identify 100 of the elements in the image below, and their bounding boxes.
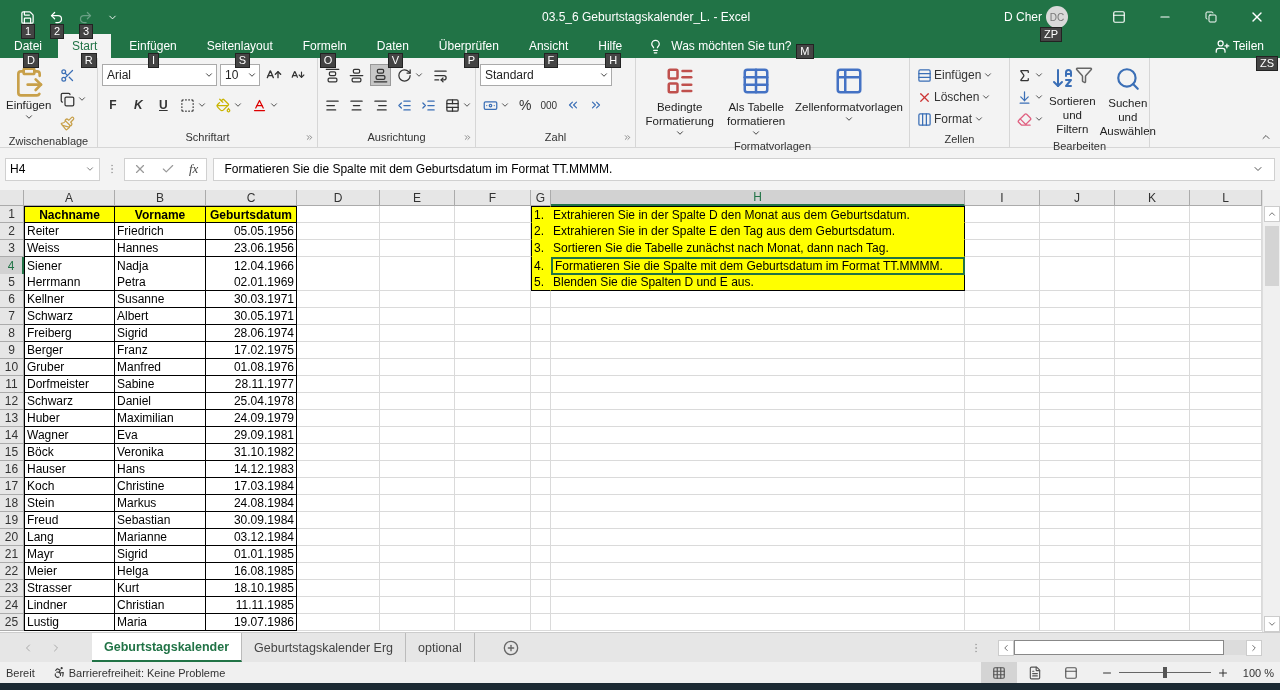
group-label: Schriftart (98, 127, 317, 147)
table-cell (531, 308, 551, 325)
share-button[interactable]: Teilen (1208, 34, 1270, 58)
table-cell: Nadja (115, 257, 206, 275)
keytip: M (796, 44, 814, 59)
row-number[interactable]: 24 (0, 597, 24, 614)
row-number[interactable]: 13 (0, 410, 24, 427)
number-format-select[interactable]: Standard (480, 64, 612, 86)
caret-icon (462, 100, 472, 110)
format-cells-icon (917, 111, 932, 127)
accessibility-status[interactable]: Barrierefreiheit: Keine Probleme (68, 666, 226, 679)
row-number[interactable]: 20 (0, 529, 24, 546)
tell-me-field[interactable]: Was möchten Sie tun? (671, 39, 792, 53)
row-number[interactable]: 11 (0, 376, 24, 393)
font-style-button[interactable]: U (152, 94, 174, 116)
view-button[interactable] (980, 662, 1017, 683)
font-style-button[interactable]: F (102, 94, 124, 116)
row-number[interactable]: 22 (0, 563, 24, 580)
row-number[interactable]: 17 (0, 478, 24, 495)
row-number[interactable]: 14 (0, 427, 24, 444)
scroll-thumb[interactable] (1264, 226, 1279, 286)
sheet-tab[interactable]: Geburtstagskalender (92, 633, 243, 662)
font-style-button[interactable]: K (127, 94, 149, 116)
column-header[interactable]: C (206, 190, 297, 206)
table-cell (531, 427, 551, 444)
thousands-button[interactable]: 000 (537, 94, 561, 116)
row-number[interactable]: 25 (0, 614, 24, 631)
vertical-align-button[interactable] (370, 64, 391, 86)
row-number[interactable]: 9 (0, 342, 24, 359)
list-number: 3. (531, 240, 551, 257)
column-header[interactable]: L (1190, 190, 1262, 206)
column-header[interactable]: B (115, 190, 206, 206)
table-cell: Susanne (115, 291, 206, 308)
table-cell: Maximilian (115, 410, 206, 427)
row-number[interactable]: 12 (0, 393, 24, 410)
styles-button[interactable]: Bedingte Formatierung (640, 64, 720, 140)
row-number[interactable]: 4 (0, 257, 24, 275)
sort-filter-button[interactable]: Sortieren und Filtern (1047, 64, 1098, 138)
caret-icon (981, 92, 992, 102)
table-cell: Veronika (115, 444, 206, 461)
select-all-corner (0, 190, 24, 206)
row-number[interactable]: 7 (0, 308, 24, 325)
row-number[interactable]: 5 (0, 274, 24, 291)
caret-right-icon (1249, 642, 1259, 653)
row-number[interactable]: 3 (0, 240, 24, 257)
list-number: 4. (531, 257, 551, 275)
column-header[interactable]: F (455, 190, 531, 206)
table-cell: 05.05.1956 (206, 223, 297, 240)
check-icon (161, 162, 175, 176)
table-cell: Daniel (115, 393, 206, 410)
cells-button[interactable]: Format (914, 108, 997, 130)
row-number[interactable]: 1 (0, 206, 24, 223)
row-number[interactable]: 16 (0, 461, 24, 478)
keytip: F (543, 53, 559, 68)
column-header[interactable]: K (1115, 190, 1190, 206)
align-left-icon (325, 97, 340, 113)
cells-button[interactable]: Löschen (914, 86, 997, 108)
add-sheet-button[interactable] (502, 639, 519, 656)
table-cell: 17.02.1975 (206, 342, 297, 359)
row-number[interactable]: 8 (0, 325, 24, 342)
column-header[interactable]: A (24, 190, 115, 206)
column-title: Geburtsdatum (206, 206, 297, 223)
find-select-button[interactable]: Suchen und Auswählen (1097, 64, 1158, 140)
scroll-thumb[interactable] (1014, 640, 1224, 655)
row-number[interactable]: 19 (0, 512, 24, 529)
row-number[interactable]: 2 (0, 223, 24, 240)
table-cell: Gruber (24, 359, 115, 376)
column-header[interactable]: D (297, 190, 380, 206)
percent-button[interactable]: % (516, 94, 535, 116)
merge-icon (445, 97, 460, 113)
column-header[interactable]: E (380, 190, 455, 206)
table-cell: Huber (24, 410, 115, 427)
caret-icon (983, 70, 994, 80)
column-header[interactable]: G (531, 190, 551, 206)
formula-field[interactable]: Formatieren Sie die Spalte mit dem Geburtsdatum im Format TT.MMMM. (213, 157, 1275, 181)
name-box[interactable]: H4 (5, 157, 100, 181)
table-cell (531, 580, 551, 597)
font-select[interactable]: Arial (102, 64, 217, 86)
styles-button[interactable]: Als Tabelle formatieren (719, 64, 793, 140)
row-number[interactable]: 18 (0, 495, 24, 512)
vertical-align-icon (349, 67, 364, 83)
eraser-icon (1017, 111, 1032, 127)
cells-button[interactable]: Einfügen (914, 64, 997, 86)
row-number[interactable]: 21 (0, 546, 24, 563)
styles-button[interactable]: Zellenformatvorlagen (793, 64, 905, 126)
column-header[interactable]: J (1040, 190, 1115, 206)
column-header[interactable]: H (551, 190, 965, 206)
row-number[interactable]: 15 (0, 444, 24, 461)
row-number[interactable]: 6 (0, 291, 24, 308)
cell-styles-icon (834, 66, 864, 96)
row-number[interactable]: 23 (0, 580, 24, 597)
group-label: Ausrichtung (318, 127, 475, 147)
font-size-select[interactable]: 10 (220, 64, 260, 86)
table-cell: Kellner (24, 291, 115, 308)
zoom-in-button[interactable] (1216, 666, 1229, 679)
row-number[interactable]: 10 (0, 359, 24, 376)
table-cell: 30.09.1984 (206, 512, 297, 529)
insert-function-button[interactable]: fx (189, 161, 199, 177)
column-header[interactable]: I (965, 190, 1040, 206)
instruction-text: Sortieren Sie die Tabelle zunächst nach Monat, dann nach Tag. (551, 240, 965, 257)
